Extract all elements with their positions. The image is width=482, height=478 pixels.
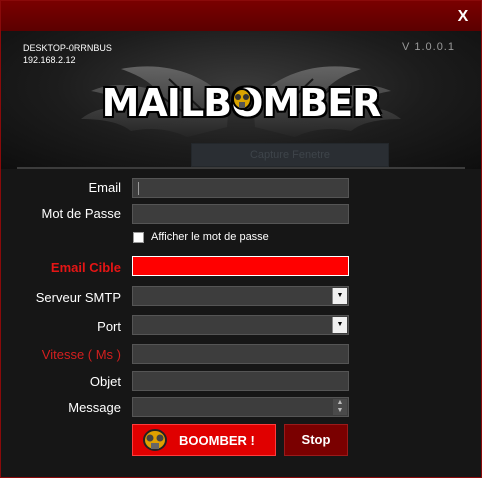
boomber-button[interactable]: BOOMBER !: [132, 424, 276, 456]
gas-mask-icon: [143, 429, 167, 451]
email-label: Email: [88, 180, 121, 195]
show-password-checkbox[interactable]: [133, 232, 144, 243]
subject-label: Objet: [89, 374, 121, 389]
smtp-server-select[interactable]: ▼: [132, 286, 349, 306]
gas-mask-icon: [232, 88, 252, 110]
target-email-input[interactable]: [132, 256, 349, 276]
hostname-text: DESKTOP-0RRNBUS: [23, 43, 112, 53]
dropdown-arrow-icon[interactable]: ▼: [332, 317, 347, 333]
dropdown-arrow-icon[interactable]: ▼: [332, 288, 347, 304]
app-window: X DESKTOP-0RRNBUS 192.168.2.12 V 1.0.0.1…: [0, 0, 482, 478]
text-caret: [138, 182, 139, 195]
password-label: Mot de Passe: [41, 206, 122, 221]
smtp-server-label: Serveur SMTP: [35, 290, 121, 305]
separator: [17, 167, 465, 169]
speed-input[interactable]: [132, 344, 349, 364]
ip-address-text: 192.168.2.12: [23, 55, 76, 65]
capture-window-button[interactable]: Capture Fenetre: [191, 143, 389, 167]
subject-input[interactable]: [132, 371, 349, 391]
port-label: Port: [97, 319, 121, 334]
show-password-label: Afficher le mot de passe: [151, 231, 269, 243]
title-bar[interactable]: X: [1, 1, 481, 31]
message-label: Message: [68, 400, 121, 415]
spinner-arrows-icon[interactable]: ▲ ▼: [333, 399, 347, 415]
target-email-label: Email Cible: [50, 260, 121, 275]
close-button[interactable]: X: [453, 7, 473, 27]
speed-label: Vitesse ( Ms ): [41, 347, 121, 362]
header-banner: DESKTOP-0RRNBUS 192.168.2.12 V 1.0.0.1 M…: [1, 31, 481, 169]
boomber-button-label[interactable]: BOOMBER !: [179, 433, 255, 448]
stop-button[interactable]: Stop: [284, 424, 348, 456]
close-icon[interactable]: X: [458, 8, 469, 25]
email-input[interactable]: [132, 178, 349, 198]
port-select[interactable]: ▼: [132, 315, 349, 335]
message-textarea[interactable]: ▲ ▼: [132, 397, 349, 417]
password-input[interactable]: [132, 204, 349, 224]
version-label: V 1.0.0.1: [401, 41, 455, 53]
